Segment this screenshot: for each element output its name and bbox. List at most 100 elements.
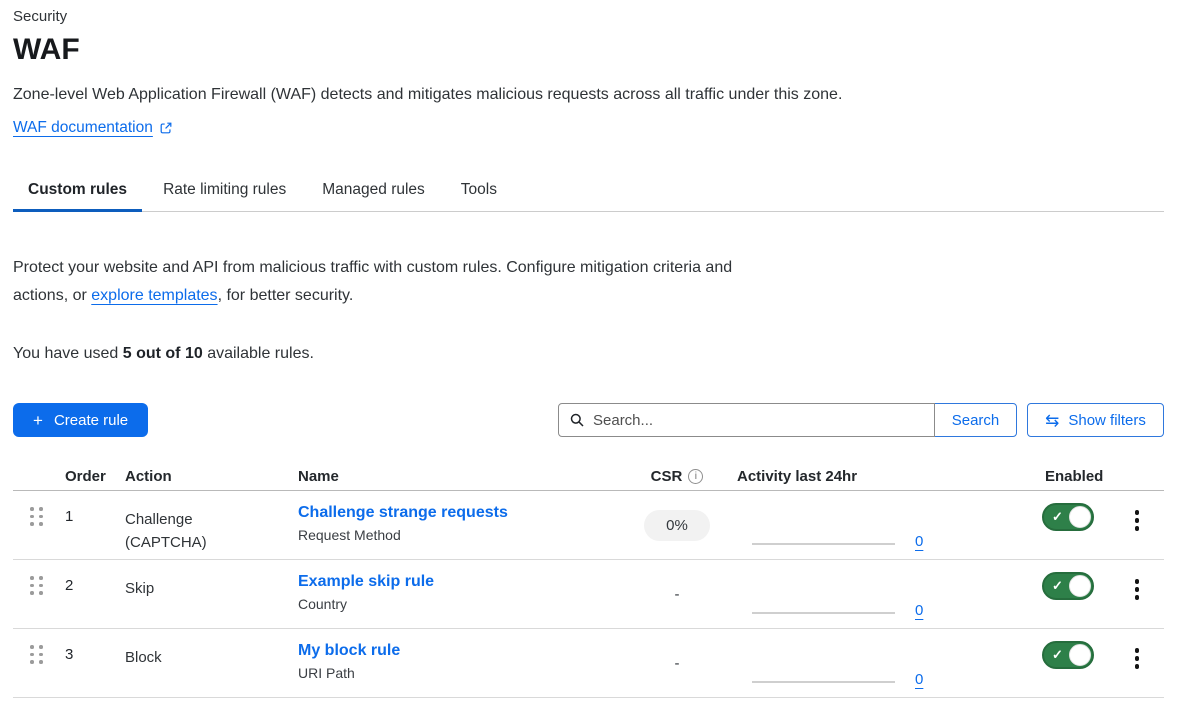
enabled-toggle[interactable]: ✓	[1042, 572, 1094, 600]
row-3-menu-cell	[1110, 629, 1164, 697]
csr-label: CSR	[651, 468, 683, 485]
row-1-enabled-cell: ✓	[1030, 491, 1110, 559]
activity-sparkline	[752, 543, 895, 545]
activity-count-link[interactable]: 0	[915, 602, 923, 619]
usage-before: You have used	[13, 345, 123, 362]
row-3-enabled-cell: ✓	[1030, 629, 1110, 697]
row-2-action: Skip	[112, 560, 285, 628]
column-header-enabled: Enabled	[1030, 468, 1110, 485]
row-1-activity-cell: 0	[724, 491, 1030, 559]
row-1-handle-cell	[13, 491, 52, 559]
search-button[interactable]: Search	[934, 403, 1017, 437]
create-rule-button[interactable]: + Create rule	[13, 403, 148, 437]
csr-value: -	[675, 655, 680, 672]
show-filters-button[interactable]: ⇆ Show filters	[1027, 403, 1164, 437]
create-rule-label: Create rule	[54, 412, 128, 429]
column-header-activity: Activity last 24hr	[724, 468, 1030, 485]
drag-handle-icon[interactable]	[30, 576, 43, 595]
check-icon: ✓	[1052, 647, 1063, 663]
rule-name-link[interactable]: My block rule	[298, 642, 400, 660]
tab-rate-limiting-rules[interactable]: Rate limiting rules	[148, 170, 301, 212]
rule-expression-field: Country	[298, 596, 630, 612]
doc-link-row: WAF documentation	[13, 119, 1164, 137]
rule-name-link[interactable]: Example skip rule	[298, 573, 434, 591]
row-1-name-cell: Challenge strange requests Request Metho…	[285, 491, 630, 559]
table-row-1: 1 Challenge (CAPTCHA) Challenge strange …	[13, 491, 1164, 560]
column-header-order: Order	[52, 468, 112, 485]
intro-text-after: , for better security.	[218, 287, 354, 304]
row-1-menu-cell	[1110, 491, 1164, 559]
drag-handle-icon[interactable]	[30, 507, 43, 526]
action-line-1: Challenge	[125, 508, 285, 531]
action-line-1: Block	[125, 646, 285, 669]
check-icon: ✓	[1052, 509, 1063, 525]
row-1-csr-cell: 0%	[630, 491, 724, 559]
show-filters-label: Show filters	[1068, 412, 1146, 429]
kebab-menu-icon[interactable]	[1133, 646, 1142, 697]
row-2-menu-cell	[1110, 560, 1164, 628]
page-title: WAF	[13, 32, 1164, 68]
row-3-activity-cell: 0	[724, 629, 1030, 697]
page-description: Zone-level Web Application Firewall (WAF…	[13, 85, 1164, 104]
rules-usage: You have used 5 out of 10 available rule…	[13, 344, 1164, 363]
waf-documentation-link[interactable]: WAF documentation	[13, 119, 153, 137]
search-combo: Search	[558, 403, 1017, 437]
tab-tools[interactable]: Tools	[446, 170, 512, 212]
rule-expression-field: URI Path	[298, 665, 630, 681]
column-header-name: Name	[285, 468, 630, 485]
tab-custom-rules[interactable]: Custom rules	[13, 170, 142, 212]
row-3-order: 3	[52, 629, 112, 697]
action-line-1: Skip	[125, 577, 285, 600]
row-3-handle-cell	[13, 629, 52, 697]
waf-tab-bar: Custom rules Rate limiting rules Managed…	[13, 170, 1164, 212]
csr-badge: 0%	[644, 510, 710, 541]
row-2-enabled-cell: ✓	[1030, 560, 1110, 628]
enabled-toggle[interactable]: ✓	[1042, 641, 1094, 669]
enabled-toggle[interactable]: ✓	[1042, 503, 1094, 531]
drag-handle-icon[interactable]	[30, 645, 43, 664]
row-2-csr-cell: -	[630, 560, 724, 628]
csr-value: -	[675, 586, 680, 603]
plus-icon: +	[33, 412, 43, 429]
row-3-action: Block	[112, 629, 285, 697]
usage-after: available rules.	[203, 345, 314, 362]
row-3-name-cell: My block rule URI Path	[285, 629, 630, 697]
activity-count-link[interactable]: 0	[915, 533, 923, 550]
search-icon	[569, 412, 585, 433]
row-2-activity-cell: 0	[724, 560, 1030, 628]
toggle-knob	[1069, 644, 1091, 666]
info-icon[interactable]: i	[688, 469, 703, 484]
explore-templates-link[interactable]: explore templates	[91, 287, 217, 304]
activity-sparkline	[752, 681, 895, 683]
toggle-knob	[1069, 506, 1091, 528]
table-row-2: 2 Skip Example skip rule Country - 0 ✓	[13, 560, 1164, 629]
search-filter-group: Search ⇆ Show filters	[558, 403, 1164, 437]
rules-toolbar: + Create rule Search ⇆ Show filt	[13, 403, 1164, 437]
toggle-knob	[1069, 575, 1091, 597]
swap-arrows-icon: ⇆	[1045, 412, 1059, 429]
search-box	[558, 403, 935, 437]
check-icon: ✓	[1052, 578, 1063, 594]
rule-expression-field: Request Method	[298, 527, 630, 543]
row-1-order: 1	[52, 491, 112, 559]
kebab-menu-icon[interactable]	[1133, 577, 1142, 628]
breadcrumb: Security	[13, 8, 1164, 26]
activity-count-link[interactable]: 0	[915, 671, 923, 688]
column-header-csr: CSR i	[630, 468, 724, 485]
column-header-action: Action	[112, 468, 285, 485]
action-line-2: (CAPTCHA)	[125, 531, 285, 554]
activity-sparkline	[752, 612, 895, 614]
row-3-csr-cell: -	[630, 629, 724, 697]
row-2-order: 2	[52, 560, 112, 628]
kebab-menu-icon[interactable]	[1133, 508, 1142, 559]
row-1-action: Challenge (CAPTCHA)	[112, 491, 285, 559]
tab-managed-rules[interactable]: Managed rules	[307, 170, 440, 212]
row-2-name-cell: Example skip rule Country	[285, 560, 630, 628]
table-row-3: 3 Block My block rule URI Path - 0 ✓	[13, 629, 1164, 698]
rules-table-header: Order Action Name CSR i Activity last 24…	[13, 463, 1164, 491]
row-2-handle-cell	[13, 560, 52, 628]
rule-name-link[interactable]: Challenge strange requests	[298, 504, 508, 522]
external-link-icon	[159, 121, 173, 135]
search-input[interactable]	[558, 403, 935, 437]
usage-count: 5 out of 10	[123, 345, 203, 362]
